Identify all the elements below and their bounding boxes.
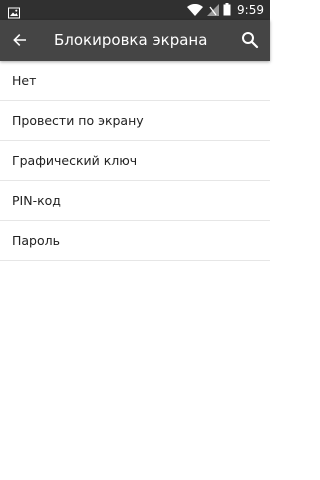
option-password[interactable]: Пароль <box>0 221 270 261</box>
option-label: PIN-код <box>12 193 61 208</box>
status-time: 9:59 <box>237 3 264 17</box>
status-icons: 9:59 <box>187 0 264 20</box>
image-notification-icon <box>8 4 20 19</box>
option-label: Графический ключ <box>12 153 138 168</box>
signal-icon <box>207 1 220 20</box>
option-label: Нет <box>12 73 37 88</box>
arrow-back-icon[interactable] <box>10 30 30 50</box>
app-bar: Блокировка экрана <box>0 20 270 61</box>
status-bar: 9:59 <box>0 0 270 20</box>
option-none[interactable]: Нет <box>0 61 270 101</box>
search-icon[interactable] <box>240 30 260 50</box>
screen-lock-options: Нет Провести по экрану Графический ключ … <box>0 61 270 261</box>
option-swipe[interactable]: Провести по экрану <box>0 101 270 141</box>
option-pin[interactable]: PIN-код <box>0 181 270 221</box>
option-label: Провести по экрану <box>12 113 144 128</box>
option-pattern[interactable]: Графический ключ <box>0 141 270 181</box>
wifi-icon <box>187 1 204 20</box>
option-label: Пароль <box>12 233 60 248</box>
page-title: Блокировка экрана <box>54 31 208 49</box>
battery-icon <box>223 1 231 20</box>
